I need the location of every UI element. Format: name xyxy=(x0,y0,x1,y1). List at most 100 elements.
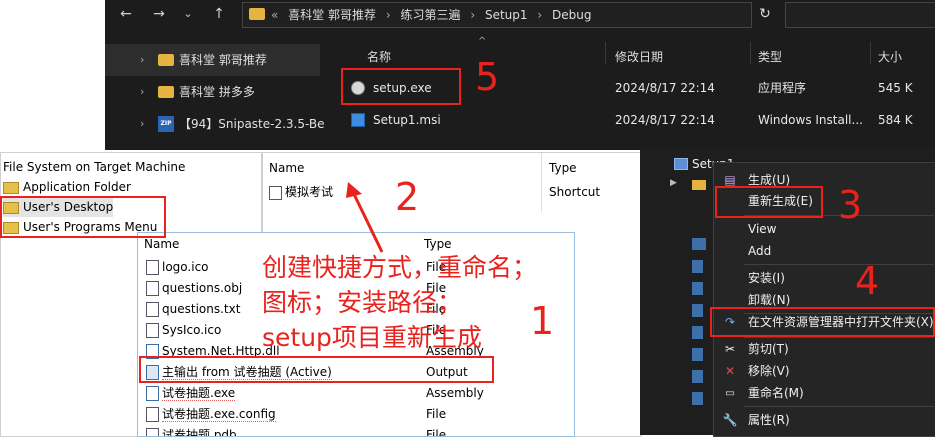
breadcrumb-overflow[interactable]: « xyxy=(271,8,278,22)
forward-arrow-icon[interactable]: → xyxy=(148,0,170,28)
file-icon xyxy=(692,238,706,250)
file-type: Windows Install... xyxy=(758,113,863,127)
properties-icon: 🔧 xyxy=(722,413,738,427)
column-header-date[interactable]: 修改日期 xyxy=(615,48,663,65)
folder-icon xyxy=(692,180,706,190)
up-arrow-icon[interactable]: ↑ xyxy=(208,0,230,28)
menu-divider xyxy=(744,406,934,407)
menu-divider xyxy=(744,337,934,338)
chevron-right-icon[interactable]: › xyxy=(140,108,144,140)
file-date: 2024/8/17 22:14 xyxy=(615,113,715,127)
breadcrumb: « 喜科堂 郭哥推荐 › 练习第三遍 › Setup1 › Debug xyxy=(271,3,597,27)
column-header-type[interactable]: Type xyxy=(549,161,577,175)
breadcrumb-item[interactable]: Setup1 xyxy=(485,8,528,22)
step-number-1: 1 xyxy=(530,299,555,343)
row-name: logo.ico xyxy=(162,260,209,274)
cut-icon: ✂ xyxy=(724,342,736,356)
address-bar[interactable]: « 喜科堂 郭哥推荐 › 练习第三遍 › Setup1 › Debug ⌄ xyxy=(242,2,866,28)
nav-item[interactable]: › 喜科堂 郭哥推荐 xyxy=(105,44,320,76)
column-header-row: 名称 修改日期 类型 大小 xyxy=(335,40,935,70)
menu-item-cut[interactable]: ✂ 剪切(T) xyxy=(714,339,935,360)
folder-icon xyxy=(158,86,174,98)
nav-item-label: 【94】Snipaste-2.3.5-Be xyxy=(179,117,325,131)
file-date: 2024/8/17 22:14 xyxy=(615,81,715,95)
search-input[interactable] xyxy=(785,2,935,28)
file-type: 应用程序 xyxy=(758,81,807,95)
refresh-icon[interactable]: ↻ xyxy=(753,2,777,26)
step-number-5: 5 xyxy=(475,55,500,99)
menu-item-view[interactable]: View xyxy=(714,219,935,240)
step-number-3: 3 xyxy=(838,183,863,227)
highlight-open-folder xyxy=(710,307,935,337)
file-row[interactable]: Setup1.msi 2024/8/17 22:14 Windows Insta… xyxy=(335,104,935,136)
row-name: SysIco.ico xyxy=(162,323,222,337)
highlight-setup-exe xyxy=(341,68,461,105)
table-row[interactable]: 试卷抽题.pdb File xyxy=(146,425,566,436)
breadcrumb-item[interactable]: 喜科堂 郭哥推荐 xyxy=(288,8,376,22)
menu-item-label: View xyxy=(748,222,777,236)
column-header-type[interactable]: 类型 xyxy=(758,48,782,65)
nav-item-label: 喜科堂 拼多多 xyxy=(179,85,255,99)
file-icon xyxy=(146,323,159,338)
file-icon xyxy=(692,370,703,383)
file-icon xyxy=(146,281,159,296)
breadcrumb-separator: › xyxy=(470,8,476,22)
breadcrumb-item[interactable]: Debug xyxy=(552,8,591,22)
column-header-name[interactable]: 名称 xyxy=(367,48,391,65)
table-row[interactable]: 试卷抽题.exe.config File xyxy=(146,404,566,425)
menu-item-label: 剪切(T) xyxy=(748,342,789,356)
row-type: File xyxy=(426,407,447,421)
zip-icon: ZIP xyxy=(158,116,174,132)
breadcrumb-item[interactable]: 练习第三遍 xyxy=(400,8,460,22)
column-divider[interactable] xyxy=(870,42,871,64)
column-divider[interactable] xyxy=(541,153,542,213)
row-name: questions.obj xyxy=(162,281,243,295)
chevron-right-icon[interactable]: › xyxy=(140,76,144,108)
row-name: questions.txt xyxy=(162,302,241,316)
highlight-rebuild xyxy=(715,186,823,218)
chevron-right-icon[interactable]: › xyxy=(140,44,144,76)
step-number-2: 2 xyxy=(395,175,420,219)
menu-item-label: Add xyxy=(748,244,772,258)
row-name: 试卷抽题.exe xyxy=(162,386,236,401)
file-icon xyxy=(692,326,703,339)
file-icon xyxy=(146,407,159,422)
nav-item[interactable]: › ZIP 【94】Snipaste-2.3.5-Be xyxy=(105,108,325,140)
column-divider[interactable] xyxy=(750,42,751,64)
annotation-line: 创建快捷方式，重命名； xyxy=(262,253,538,282)
file-icon xyxy=(692,282,703,295)
tree-item-application-folder[interactable]: Application Folder xyxy=(3,177,131,197)
menu-item-label: 移除(V) xyxy=(748,364,790,378)
remove-icon: ✕ xyxy=(724,364,736,378)
file-size: 584 K xyxy=(878,113,913,127)
file-icon xyxy=(692,348,703,361)
menu-item-remove[interactable]: ✕ 移除(V) xyxy=(714,361,935,382)
step-number-4: 4 xyxy=(855,259,880,303)
column-header-size[interactable]: 大小 xyxy=(878,48,902,65)
menu-divider xyxy=(744,264,934,265)
file-name: Setup1.msi xyxy=(373,113,441,127)
file-icon xyxy=(692,392,703,405)
rename-icon: ▭ xyxy=(725,388,735,399)
annotation-arrow xyxy=(346,182,384,253)
nav-item[interactable]: › 喜科堂 拼多多 xyxy=(105,76,320,108)
column-divider[interactable] xyxy=(605,42,606,64)
msi-file-icon xyxy=(351,113,365,127)
table-row[interactable]: 试卷抽题.exe Assembly xyxy=(146,383,566,404)
back-arrow-icon[interactable]: ← xyxy=(115,0,137,28)
tree-root[interactable]: File System on Target Machine xyxy=(3,157,185,177)
shortcut-icon xyxy=(269,185,282,200)
navigation-pane: › 喜科堂 郭哥推荐 › 喜科堂 拼多多 › ZIP 【94】Snipaste-… xyxy=(105,40,325,150)
highlight-primary-output xyxy=(139,356,494,383)
expand-arrow-icon[interactable]: ▶ xyxy=(670,178,677,188)
breadcrumb-separator: › xyxy=(537,8,543,22)
menu-item-properties[interactable]: 🔧 属性(R) xyxy=(714,410,935,431)
recent-dropdown-icon[interactable]: ⌄ xyxy=(177,0,199,28)
list-item-name: 模拟考试 xyxy=(285,185,334,199)
menu-item-add[interactable]: Add xyxy=(714,241,935,262)
file-icon xyxy=(692,260,703,273)
menu-item-label: 重命名(M) xyxy=(748,386,804,400)
column-header-name[interactable]: Name xyxy=(269,161,304,175)
menu-item-rename[interactable]: ▭ 重命名(M) xyxy=(714,383,935,404)
menu-item-install[interactable]: 安装(I) xyxy=(714,268,935,289)
